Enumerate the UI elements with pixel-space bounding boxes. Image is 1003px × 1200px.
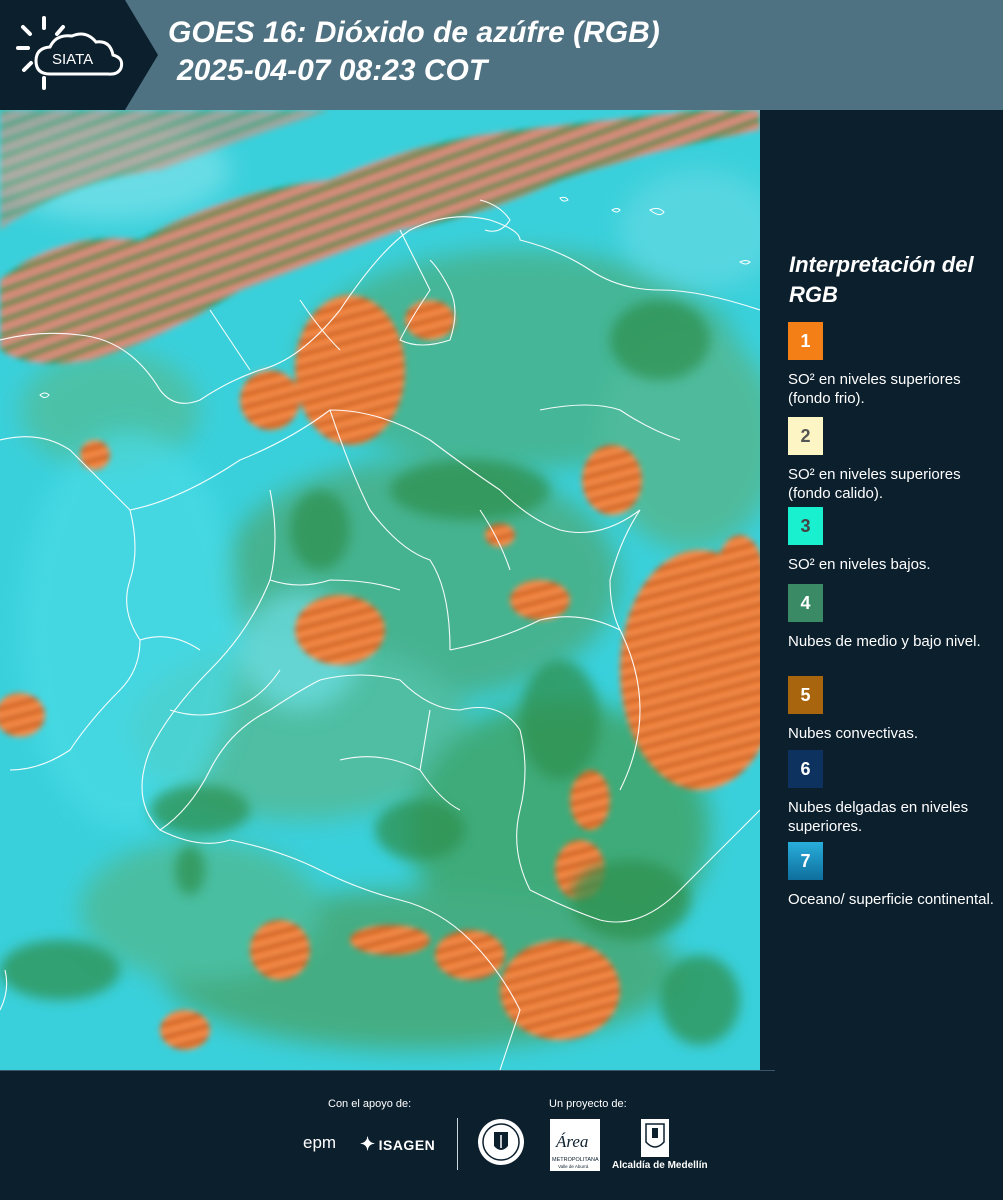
legend-swatch-6: 6 (788, 750, 823, 788)
legend-item-1: 1 SO² en niveles superiores (fondo frio)… (788, 322, 998, 408)
header-bar: SIATA GOES 16: Dióxido de azúfre (RGB) 2… (0, 0, 1003, 110)
support-label: Con el apoyo de: (328, 1098, 412, 1110)
footer-divider-line (0, 1070, 775, 1071)
legend-label-4: Nubes de medio y bajo nivel. (788, 633, 981, 650)
isagen-logo: ✦ ISAGEN (360, 1134, 435, 1155)
legend-item-2: 2 SO² en niveles superiores (fondo calid… (788, 417, 998, 503)
project-label: Un proyecto de: (549, 1098, 627, 1110)
legend-item-3: 3 SO² en niveles bajos. (788, 507, 998, 574)
isagen-logo-text: ISAGEN (378, 1136, 436, 1153)
legend-item-7: 7 Oceano/ superficie continental. (788, 842, 998, 909)
satellite-rgb-image (0, 110, 760, 1070)
svg-text:METROPOLITANA: METROPOLITANA (552, 1157, 599, 1163)
svg-text:Valle de Aburrá: Valle de Aburrá (558, 1164, 589, 1169)
isagen-mark-icon: ✦ (360, 1134, 376, 1154)
legend-swatch-2: 2 (788, 417, 823, 455)
legend-swatch-7: 7 (788, 842, 823, 880)
legend-item-6: 6 Nubes delgadas en niveles superiores. (788, 750, 998, 836)
legend-swatch-1: 1 (788, 322, 823, 360)
legend-label-2: SO² en niveles superiores (fondo calido)… (788, 466, 961, 502)
legend-label-6: Nubes delgadas en niveles superiores. (788, 799, 969, 835)
siata-logo-text: SIATA (52, 51, 93, 68)
legend-title: Interpretación del RGB (789, 252, 974, 307)
medellin-seal-icon (478, 1119, 524, 1165)
legend-label-7: Oceano/ superficie continental. (788, 891, 994, 908)
legend-label-1: SO² en niveles superiores (fondo frio). (788, 371, 961, 407)
legend-swatch-5: 5 (788, 676, 823, 714)
satellite-map (0, 110, 760, 1070)
legend-item-5: 5 Nubes convectivas. (788, 676, 998, 743)
footer-vertical-divider (457, 1118, 458, 1170)
area-metropolitana-logo: Área METROPOLITANA Valle de Aburrá (550, 1119, 600, 1171)
legend-swatch-3: 3 (788, 507, 823, 545)
footer: Con el apoyo de: Un proyecto de: epm ✦ I… (0, 1070, 1003, 1200)
alcaldia-label: Alcaldía de Medellín (612, 1160, 708, 1171)
svg-text:Área: Área (555, 1132, 588, 1151)
alcaldia-shield-icon (641, 1119, 669, 1157)
legend-label-5: Nubes convectivas. (788, 725, 919, 742)
epm-logo: epm (303, 1133, 337, 1152)
legend-panel: Interpretación del RGB 1 SO² en niveles … (762, 110, 1003, 1070)
legend-swatch-4: 4 (788, 584, 823, 622)
legend-item-4: 4 Nubes de medio y bajo nivel. (788, 584, 998, 651)
page-timestamp: 2025-04-07 08:23 COT (177, 54, 488, 87)
legend-label-3: SO² en niveles bajos. (788, 556, 931, 573)
page-title: GOES 16: Dióxido de azúfre (RGB) (168, 16, 660, 49)
